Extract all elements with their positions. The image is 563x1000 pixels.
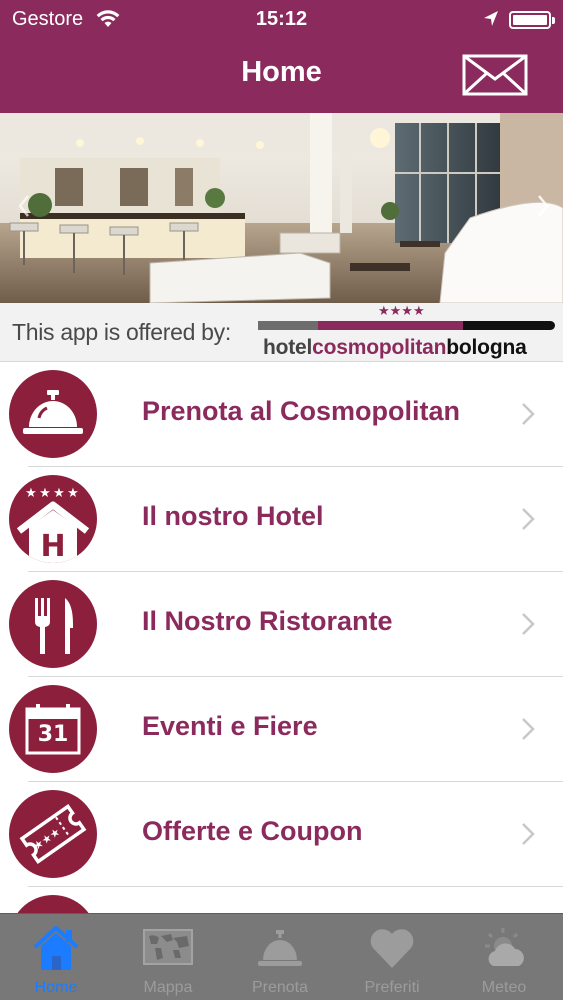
hotel-logo: hotelcosmopolitanbologna — [263, 336, 527, 360]
svg-text:★: ★ — [53, 486, 65, 501]
home-icon — [33, 926, 79, 970]
tab-prenota[interactable]: Prenota — [224, 914, 336, 1000]
menu-item-partial[interactable] — [0, 887, 563, 914]
calendar-icon: 31 — [9, 685, 97, 773]
svg-text:H: H — [40, 529, 65, 563]
envelope-icon — [462, 54, 528, 96]
hotel-four-stars-icon: ★ ★ ★ ★ H — [9, 475, 97, 563]
menu-item-icon — [9, 895, 97, 914]
svg-text:★: ★ — [39, 486, 51, 501]
battery-icon — [509, 11, 555, 29]
hotel-logo-stripe — [258, 321, 555, 330]
reception-bell-icon — [9, 370, 97, 458]
tab-label: Preferiti — [364, 979, 420, 996]
hotel-lobby-photo — [0, 113, 563, 303]
tab-label: Prenota — [251, 979, 309, 996]
chevron-right-icon — [522, 613, 535, 635]
menu-item-label: Offerte e Coupon — [142, 816, 363, 846]
svg-text:★: ★ — [25, 486, 37, 501]
weather-icon — [485, 928, 524, 966]
menu-item-ristorante[interactable]: Il Nostro Ristorante — [0, 572, 563, 677]
tab-meteo[interactable]: Meteo — [448, 914, 560, 1000]
carousel-prev-button[interactable] — [16, 191, 32, 221]
chevron-right-icon — [522, 823, 535, 845]
sponsor-banner[interactable]: This app is offered by: ★★★★ hotelcosmop… — [0, 303, 563, 362]
svg-text:★: ★ — [67, 486, 79, 501]
chevron-right-icon — [538, 195, 549, 217]
menu-item-prenota[interactable]: Prenota al Cosmopolitan — [0, 362, 563, 467]
menu-list: Prenota al Cosmopolitan ★ ★ ★ ★ H Il nostro… — [0, 362, 563, 914]
menu-item-label: Prenota al Cosmopolitan — [142, 396, 461, 426]
hotel-stars: ★★★★ — [378, 303, 425, 318]
menu-item-label: Eventi e Fiere — [142, 711, 318, 741]
menu-item-offerte[interactable]: ★ ★ ★ Offerte e Coupon — [0, 782, 563, 887]
tab-bar: Home Mappa Prenota Preferiti Meteo — [0, 913, 563, 1000]
chevron-right-icon — [522, 403, 535, 425]
fork-knife-icon — [9, 580, 97, 668]
tab-mappa[interactable]: Mappa — [112, 914, 224, 1000]
status-time: 15:12 — [255, 8, 308, 30]
tab-label: Home — [34, 979, 78, 996]
menu-item-eventi[interactable]: 31 Eventi e Fiere — [0, 677, 563, 782]
navigation-header: Gestore 15:12 Home — [0, 0, 563, 113]
menu-item-hotel[interactable]: ★ ★ ★ ★ H Il nostro Hotel — [0, 467, 563, 572]
reception-bell-icon — [258, 930, 302, 966]
carousel-next-button[interactable] — [535, 191, 551, 221]
tab-label: Meteo — [481, 979, 527, 996]
chevron-right-icon — [522, 508, 535, 530]
menu-item-label: Il Nostro Ristorante — [142, 606, 393, 636]
tab-preferiti[interactable]: Preferiti — [336, 914, 448, 1000]
world-map-icon — [143, 929, 193, 965]
sponsor-label: This app is offered by: — [12, 319, 231, 345]
menu-item-label: Il nostro Hotel — [142, 501, 324, 531]
heart-icon — [370, 929, 414, 968]
location-arrow-icon — [483, 10, 499, 33]
tab-home[interactable]: Home — [0, 914, 112, 1000]
hotel-logo-part2: cosmopolitan — [312, 336, 447, 359]
coupon-ticket-icon: ★ ★ ★ — [9, 790, 97, 878]
tab-label: Mappa — [143, 979, 193, 996]
chevron-left-icon — [18, 195, 29, 217]
hotel-logo-part1: hotel — [263, 336, 313, 359]
status-bar: Gestore 15:12 — [0, 0, 563, 40]
chevron-right-icon — [522, 718, 535, 740]
mail-button[interactable] — [462, 54, 528, 96]
hotel-logo-part3: bologna — [446, 336, 527, 359]
calendar-day: 31 — [37, 722, 69, 747]
